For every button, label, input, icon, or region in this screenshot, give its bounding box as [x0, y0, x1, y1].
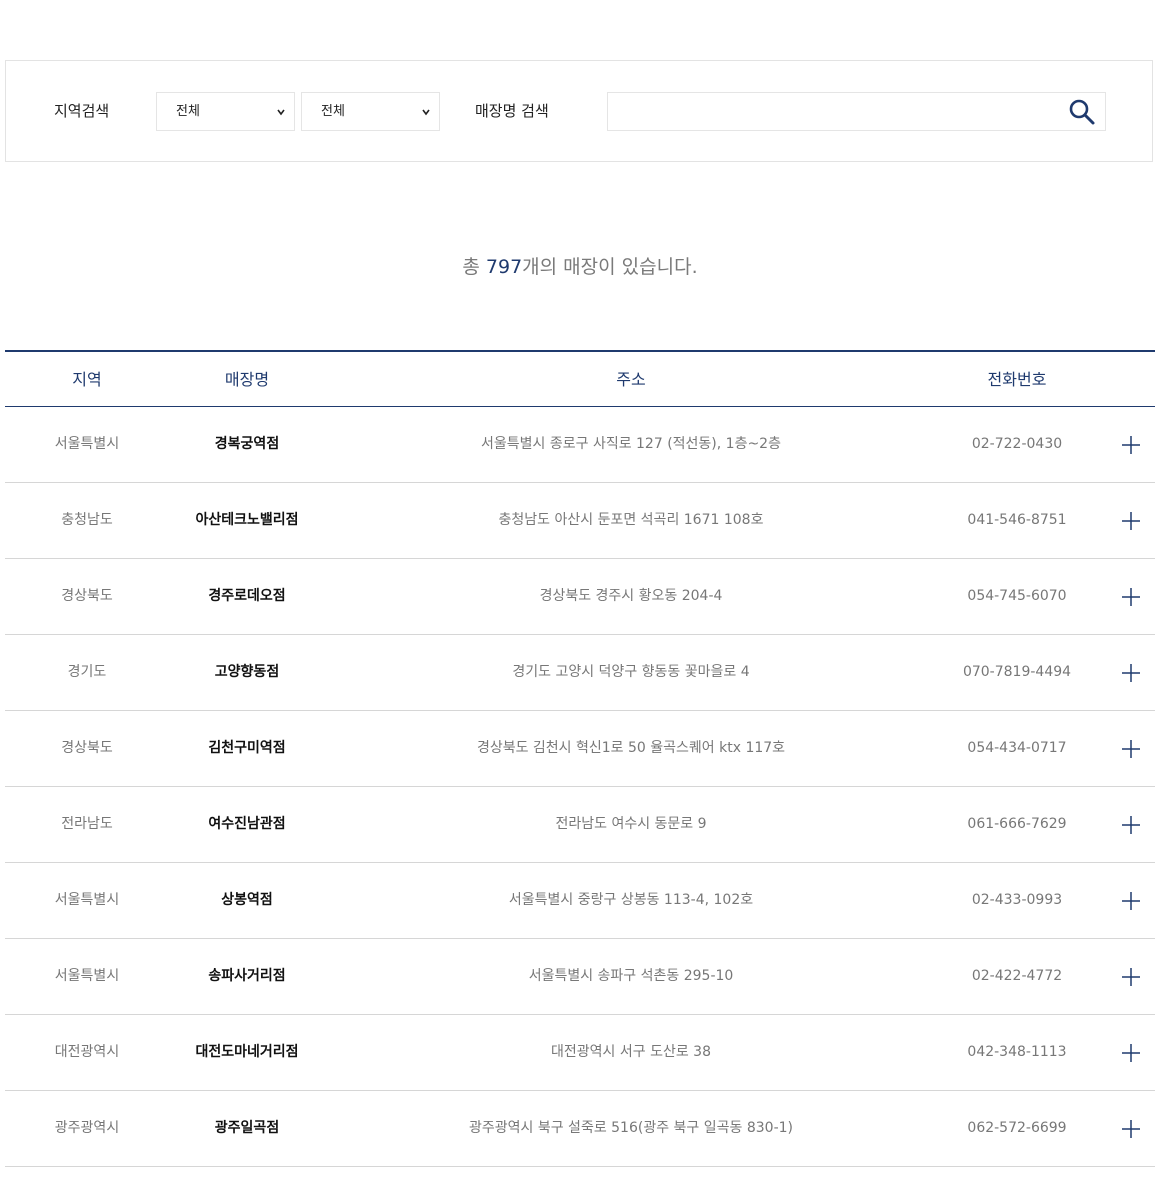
- row-address: 충청남도 아산시 둔포면 석곡리 1671 108호: [498, 512, 764, 528]
- header-region: 지역: [72, 370, 102, 389]
- row-region: 서울특별시: [54, 968, 120, 984]
- table-row: 전라남도 여수진남관점 전라남도 여수시 동문로 9 061-666-7629: [5, 787, 1155, 863]
- row-address: 전라남도 여수시 동문로 9: [555, 816, 707, 832]
- region-select-secondary-value: 전체: [321, 104, 345, 119]
- row-region: 경상북도: [61, 588, 113, 604]
- region-search-label: 지역검색: [54, 102, 110, 120]
- plus-icon[interactable]: [1122, 968, 1140, 986]
- store-table: 지역 매장명 주소 전화번호 서울특별시 경복궁역점 서울특별시 종로구 사직로…: [5, 350, 1155, 1167]
- row-address: 경상북도 김천시 혁신1로 50 율곡스퀘어 ktx 117호: [476, 740, 786, 756]
- table-row: 경상북도 경주로데오점 경상북도 경주시 황오동 204-4 054-745-6…: [5, 559, 1155, 635]
- plus-icon[interactable]: [1122, 816, 1140, 834]
- row-store-name: 아산테크노밸리점: [195, 512, 299, 528]
- chevron-down-icon: [277, 109, 285, 116]
- row-phone: 054-745-6070: [967, 588, 1067, 604]
- row-region: 충청남도: [61, 512, 113, 528]
- table-row: 서울특별시 상봉역점 서울특별시 중랑구 상봉동 113-4, 102호 02-…: [5, 863, 1155, 939]
- table-row: 서울특별시 송파사거리점 서울특별시 송파구 석촌동 295-10 02-422…: [5, 939, 1155, 1015]
- row-store-name: 대전도마네거리점: [195, 1044, 299, 1060]
- table-header: 지역 매장명 주소 전화번호: [5, 350, 1155, 407]
- region-select-primary-value: 전체: [176, 104, 200, 119]
- row-phone: 070-7819-4494: [962, 664, 1072, 680]
- summary-suffix: 개의 매장이 있습니다.: [522, 256, 698, 278]
- row-region: 서울특별시: [54, 436, 120, 452]
- row-store-name: 경주로데오점: [208, 588, 286, 604]
- row-phone: 041-546-8751: [967, 512, 1067, 528]
- row-phone: 02-433-0993: [971, 892, 1063, 908]
- row-region: 대전광역시: [54, 1044, 120, 1060]
- plus-icon[interactable]: [1122, 1120, 1140, 1138]
- row-phone: 02-422-4772: [971, 968, 1063, 984]
- row-address: 대전광역시 서구 도산로 38: [551, 1044, 711, 1060]
- row-address: 경기도 고양시 덕양구 향동동 꽃마을로 4: [512, 664, 750, 680]
- plus-icon[interactable]: [1122, 588, 1140, 606]
- row-address: 서울특별시 종로구 사직로 127 (적선동), 1층~2층: [481, 436, 781, 452]
- search-icon[interactable]: [1067, 97, 1097, 127]
- table-row: 대전광역시 대전도마네거리점 대전광역시 서구 도산로 38 042-348-1…: [5, 1015, 1155, 1091]
- row-store-name: 상봉역점: [221, 892, 273, 908]
- row-region: 서울특별시: [54, 892, 120, 908]
- header-address: 주소: [616, 370, 646, 389]
- row-phone: 042-348-1113: [967, 1044, 1067, 1060]
- table-row: 광주광역시 광주일곡점 광주광역시 북구 설죽로 516(광주 북구 일곡동 8…: [5, 1091, 1155, 1167]
- row-store-name: 송파사거리점: [208, 968, 286, 984]
- row-store-name: 경복궁역점: [214, 436, 280, 452]
- row-address: 서울특별시 중랑구 상봉동 113-4, 102호: [508, 892, 754, 908]
- row-region: 경기도: [67, 664, 107, 680]
- row-phone: 054-434-0717: [967, 740, 1067, 756]
- row-region: 경상북도: [61, 740, 113, 756]
- table-row: 서울특별시 경복궁역점 서울특별시 종로구 사직로 127 (적선동), 1층~…: [5, 407, 1155, 483]
- region-select-primary[interactable]: 전체: [156, 92, 295, 131]
- row-store-name: 여수진남관점: [208, 816, 286, 832]
- search-panel: 지역검색 전체 전체 매장명 검색: [5, 60, 1153, 162]
- table-row: 경상북도 김천구미역점 경상북도 김천시 혁신1로 50 율곡스퀘어 ktx 1…: [5, 711, 1155, 787]
- row-address: 경상북도 경주시 황오동 204-4: [539, 588, 723, 604]
- table-row: 경기도 고양향동점 경기도 고양시 덕양구 향동동 꽃마을로 4 070-781…: [5, 635, 1155, 711]
- row-store-name: 광주일곡점: [214, 1120, 280, 1136]
- row-address: 광주광역시 북구 설죽로 516(광주 북구 일곡동 830-1): [469, 1120, 793, 1136]
- plus-icon[interactable]: [1122, 740, 1140, 758]
- header-store-name: 매장명: [224, 370, 270, 389]
- store-count-summary: 총 797개의 매장이 있습니다.: [0, 252, 1160, 279]
- table-row: 충청남도 아산테크노밸리점 충청남도 아산시 둔포면 석곡리 1671 108호…: [5, 483, 1155, 559]
- plus-icon[interactable]: [1122, 892, 1140, 910]
- header-phone: 전화번호: [987, 370, 1047, 389]
- plus-icon[interactable]: [1122, 436, 1140, 454]
- plus-icon[interactable]: [1122, 512, 1140, 530]
- region-select-secondary[interactable]: 전체: [301, 92, 440, 131]
- row-address: 서울특별시 송파구 석촌동 295-10: [528, 968, 734, 984]
- row-phone: 02-722-0430: [971, 436, 1063, 452]
- row-region: 전라남도: [61, 816, 113, 832]
- store-search-box: [607, 92, 1106, 132]
- summary-prefix: 총: [462, 256, 486, 278]
- store-search-label: 매장명 검색: [475, 102, 549, 120]
- store-search-input[interactable]: [608, 93, 1062, 132]
- plus-icon[interactable]: [1122, 1044, 1140, 1062]
- store-count: 797: [485, 256, 523, 278]
- row-store-name: 고양향동점: [214, 664, 280, 680]
- chevron-down-icon: [422, 109, 430, 116]
- plus-icon[interactable]: [1122, 664, 1140, 682]
- row-phone: 062-572-6699: [967, 1120, 1067, 1136]
- row-phone: 061-666-7629: [967, 816, 1067, 832]
- row-store-name: 김천구미역점: [208, 740, 286, 756]
- row-region: 광주광역시: [54, 1120, 120, 1136]
